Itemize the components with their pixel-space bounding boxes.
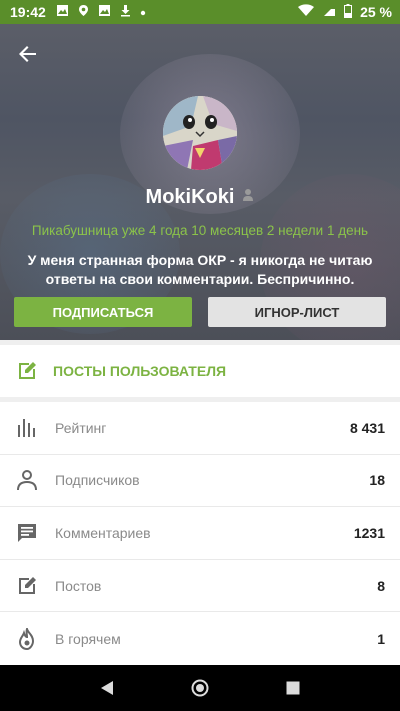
stat-value: 1 xyxy=(377,630,385,647)
image-icon xyxy=(56,4,69,20)
nav-home-button[interactable] xyxy=(185,673,215,703)
stat-label: В горячем xyxy=(55,630,121,647)
status-time: 19:42 xyxy=(10,4,46,20)
battery-percent: 25 % xyxy=(360,4,392,20)
stat-value: 18 xyxy=(369,472,385,489)
status-bar: 19:42 25 % xyxy=(0,0,400,24)
stat-value: 8 xyxy=(377,577,385,594)
user-posts-link[interactable]: ПОСТЫ ПОЛЬЗОВАТЕЛЯ xyxy=(0,345,400,397)
stat-hot[interactable]: В горячем 1 xyxy=(0,612,400,665)
username-row: MokiKoki xyxy=(0,186,400,209)
fire-icon xyxy=(18,627,35,650)
arrow-left-icon xyxy=(19,46,36,62)
stat-value: 1231 xyxy=(353,524,385,541)
signal-icon xyxy=(322,4,336,20)
user-gender-icon xyxy=(242,188,254,207)
user-posts-label: ПОСТЫ ПОЛЬЗОВАТЕЛЯ xyxy=(53,363,227,379)
stat-value: 8 431 xyxy=(349,419,385,436)
system-nav-bar xyxy=(0,665,400,711)
person-icon xyxy=(17,470,37,491)
square-recents-icon xyxy=(286,681,300,695)
username: MokiKoki xyxy=(145,186,235,208)
avatar[interactable] xyxy=(163,96,237,170)
stat-rating: Рейтинг 8 431 xyxy=(0,402,400,455)
triangle-back-icon xyxy=(100,681,113,695)
wifi-icon xyxy=(298,4,315,20)
back-button[interactable] xyxy=(12,38,44,70)
comment-icon xyxy=(18,523,36,542)
image-icon xyxy=(98,4,111,20)
profile-header: MokiKoki Пикабушница уже 4 года 10 месяц… xyxy=(0,24,400,340)
tenure-text: Пикабушница уже 4 года 10 месяцев 2 неде… xyxy=(31,223,369,238)
location-icon xyxy=(77,4,90,20)
stat-label: Постов xyxy=(55,577,102,594)
stat-label: Подписчиков xyxy=(55,472,140,489)
bio-text: У меня странная форма ОКР - я никогда не… xyxy=(27,252,373,287)
stat-label: Комментариев xyxy=(55,524,151,541)
nav-recents-button[interactable] xyxy=(278,673,308,703)
battery-icon xyxy=(344,3,353,21)
nav-back-button[interactable] xyxy=(92,673,122,703)
circle-home-icon xyxy=(191,679,209,697)
stat-label: Рейтинг xyxy=(55,419,107,436)
ignore-list-button[interactable]: ИГНОР-ЛИСТ xyxy=(208,297,386,327)
stat-subscribers[interactable]: Подписчиков 18 xyxy=(0,455,400,508)
bar-chart-icon xyxy=(18,418,35,437)
avatar-image xyxy=(163,96,237,170)
edit-icon xyxy=(19,362,36,379)
subscribe-button[interactable]: ПОДПИСАТЬСЯ xyxy=(14,297,192,327)
download-icon xyxy=(119,4,132,20)
dot-icon xyxy=(140,5,146,19)
stats-list: Рейтинг 8 431 Подписчиков 18 Комментарие… xyxy=(0,402,400,665)
stat-comments[interactable]: Комментариев 1231 xyxy=(0,507,400,560)
stat-posts[interactable]: Постов 8 xyxy=(0,560,400,613)
edit-icon xyxy=(19,576,36,594)
